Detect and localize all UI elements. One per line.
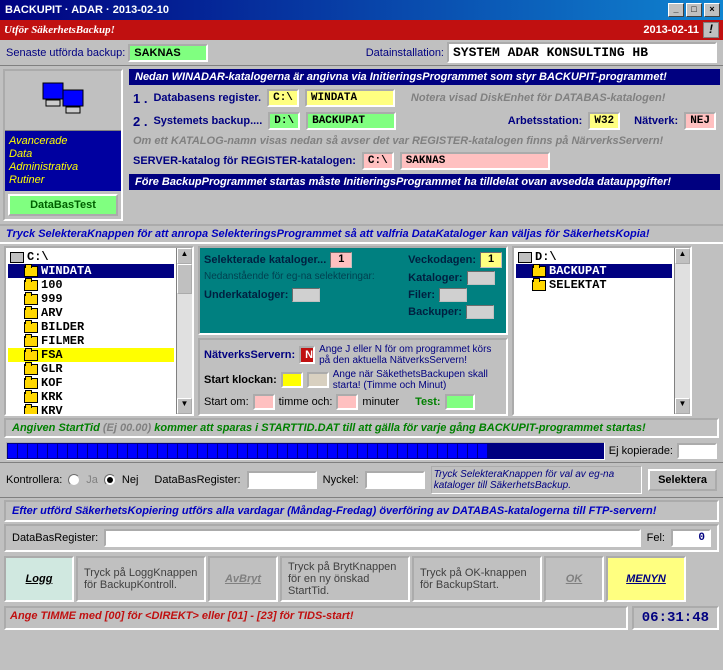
countdown-hour [253,394,275,410]
db-drive: C:\ [267,89,299,107]
close-button[interactable]: × [704,3,720,17]
tree-right[interactable]: D:\BACKUPATSELEKTAT ▲ ▼ [512,246,692,416]
selection-panel: Selekterade kataloger...1 Nedanstående f… [198,246,508,335]
clock: 06:31:48 [632,606,719,630]
radio-nej[interactable] [104,474,116,486]
key-input[interactable] [365,471,425,489]
install-value: SYSTEM ADAR KONSULTING HB [447,42,717,63]
databas-test-button[interactable]: DataBasTest [8,194,118,216]
nav-item: Data [9,148,117,160]
scroll-up[interactable]: ▲ [675,248,690,264]
tree-item[interactable]: FSA [8,348,174,362]
tree-item[interactable]: 100 [8,278,174,292]
status-message: Ange TIMME med [00] för <DIREKT> eller [… [4,606,628,630]
server-drive: C:\ [362,152,394,170]
info-bar-3: Före BackupProgrammet startas måste Init… [129,174,720,190]
tree-item[interactable]: ARV [8,306,174,320]
header-alert-button[interactable]: ! [703,22,719,38]
scroll-down[interactable]: ▼ [675,398,690,414]
last-backup-label: Senaste utförda backup: [6,47,125,59]
logo-area [5,71,121,131]
start-min-input[interactable] [307,372,329,388]
scroll-up[interactable]: ▲ [177,248,192,264]
error-count: 0 [671,529,711,547]
tree-item[interactable]: BACKUPAT [516,264,672,278]
header-title: Utför SäkerhetsBackup! [4,24,643,36]
info-text-2: Om ett KATALOG-namn visas nedan så avser… [133,135,663,147]
title-text: BACKUPIT · ADAR · 2013-02-10 [3,4,668,16]
server-label: SERVER-katalog för REGISTER-katalogen: [133,155,356,167]
backup-dir: BACKUPAT [306,112,396,130]
nav-item: Administrativa [9,161,117,173]
not-copied-val [677,443,717,459]
last-backup-value: SAKNAS [128,44,208,62]
db-note: Notera visad DiskEnhet för DATABAS-katal… [411,92,665,104]
ftp-info: Efter utförd SäkerhetsKopiering utförs a… [4,500,719,522]
info-bar-4: Tryck SelekteraKnappen för att anropa Se… [0,224,723,244]
dbr-input[interactable] [247,471,317,489]
weekday: 1 [480,252,502,268]
tree-item[interactable]: FILMER [8,334,174,348]
dbr-display [104,529,640,547]
nav-item: Avancerade [9,135,117,147]
tree-item[interactable]: KRV [8,404,174,414]
net-server-val[interactable]: N [299,346,315,364]
tree-item[interactable]: GLR [8,362,174,376]
tree-left[interactable]: C:\WINDATA100999ARVBILDERFILMERFSAGLRKOF… [4,246,194,416]
ok-button[interactable]: OK [544,556,604,602]
backup-drive: D:\ [268,112,300,130]
under-count [292,288,320,302]
selektera-button[interactable]: Selektera [648,469,717,491]
maximize-button[interactable]: □ [686,3,702,17]
workstation: W32 [588,112,620,130]
network-panel: NätverksServern: N Ange J eller N för om… [198,338,508,416]
scrollbar[interactable]: ▲ ▼ [176,248,192,414]
sel-count: 1 [330,252,352,268]
scrollbar[interactable]: ▲ ▼ [674,248,690,414]
radio-ja[interactable] [68,474,80,486]
left-panel: Avancerade Data Administrativa Rutiner D… [3,69,123,221]
db-register-label: Databasens register. [153,92,261,104]
avbryt-button[interactable]: AvBryt [208,556,278,602]
header-date: 2013-02-11 [643,24,699,36]
progress-bar [6,442,605,460]
starttime-info: Angiven StartTid (Ej 00.00) kommer att s… [4,418,719,438]
install-label: Datainstallation: [366,47,444,59]
nav-menu: Avancerade Data Administrativa Rutiner [5,131,121,191]
scroll-thumb[interactable] [177,264,192,294]
backup-label: Systemets backup.... [153,115,262,127]
test-val [445,394,475,410]
tree-item[interactable]: KRK [8,390,174,404]
scroll-down[interactable]: ▼ [177,398,192,414]
minimize-button[interactable]: _ [668,3,684,17]
nav-item: Rutiner [9,174,117,186]
tree-item[interactable]: WINDATA [8,264,174,278]
tree-item[interactable]: 999 [8,292,174,306]
tree-item[interactable]: BILDER [8,320,174,334]
start-hour-input[interactable] [281,372,303,388]
menyn-button[interactable]: MENYN [606,556,686,602]
tree-item[interactable]: SELEKTAT [516,278,672,292]
network-val: NEJ [684,112,716,130]
computer-icon [38,78,88,123]
titlebar: BACKUPIT · ADAR · 2013-02-10 _ □ × [0,0,723,20]
db-dir: WINDATA [305,89,395,107]
logg-button[interactable]: Logg [4,556,74,602]
countdown-min [336,394,358,410]
tree-item[interactable]: KOF [8,376,174,390]
header-bar: Utför SäkerhetsBackup! 2013-02-11 ! [0,20,723,40]
info-bar-1: Nedan WINADAR-katalogerna är angivna via… [129,69,720,85]
server-val: SAKNAS [400,152,550,170]
